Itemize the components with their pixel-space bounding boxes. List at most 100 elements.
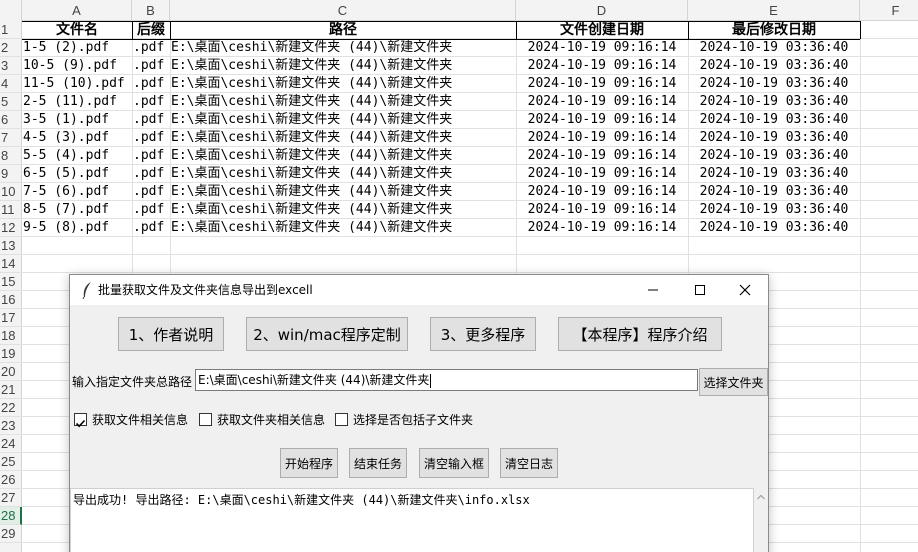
row-header[interactable]: 13: [0, 237, 22, 255]
close-button[interactable]: [722, 275, 768, 305]
row-header[interactable]: 28: [0, 507, 22, 525]
custom-program-button[interactable]: 2、win/mac程序定制: [246, 317, 408, 351]
cell-path[interactable]: E:\桌面\ceshi\新建文件夹 (44)\新建文件夹: [170, 129, 516, 147]
row-header[interactable]: 25: [0, 453, 22, 471]
row-header[interactable]: 3: [0, 57, 22, 75]
log-textarea[interactable]: 导出成功! 导出路径: E:\桌面\ceshi\新建文件夹 (44)\新建文件夹…: [70, 488, 754, 552]
cell-created-date[interactable]: 2024-10-19 09:16:14: [516, 129, 688, 147]
row-header[interactable]: 14: [0, 255, 22, 273]
column-header-d[interactable]: D: [516, 0, 688, 21]
cell-path[interactable]: E:\桌面\ceshi\新建文件夹 (44)\新建文件夹: [170, 219, 516, 237]
clear-log-button[interactable]: 清空日志: [500, 448, 558, 478]
row-header[interactable]: 4: [0, 75, 22, 93]
cell-path[interactable]: E:\桌面\ceshi\新建文件夹 (44)\新建文件夹: [170, 75, 516, 93]
choose-folder-button[interactable]: 选择文件夹: [699, 368, 768, 396]
cell-created-date[interactable]: 2024-10-19 09:16:14: [516, 57, 688, 75]
cell-extension[interactable]: .pdf: [132, 129, 170, 147]
cell-extension[interactable]: .pdf: [132, 111, 170, 129]
cell-filename[interactable]: 9-5 (8).pdf: [22, 219, 132, 237]
cell-extension[interactable]: .pdf: [132, 183, 170, 201]
cell-path[interactable]: E:\桌面\ceshi\新建文件夹 (44)\新建文件夹: [170, 93, 516, 111]
include-subfolders-checkbox[interactable]: [335, 413, 348, 426]
row-header[interactable]: 27: [0, 489, 22, 507]
row-header[interactable]: 12: [0, 219, 22, 237]
cell-modified-date[interactable]: 2024-10-19 03:36:40: [688, 147, 860, 165]
row-header[interactable]: 8: [0, 147, 22, 165]
row-header[interactable]: 24: [0, 435, 22, 453]
row-header[interactable]: 22: [0, 399, 22, 417]
header-cell-path[interactable]: 路径: [170, 21, 516, 39]
cell-created-date[interactable]: 2024-10-19 09:16:14: [516, 147, 688, 165]
column-header-e[interactable]: E: [688, 0, 860, 21]
cell-modified-date[interactable]: 2024-10-19 03:36:40: [688, 201, 860, 219]
cell-modified-date[interactable]: 2024-10-19 03:36:40: [688, 219, 860, 237]
cell-modified-date[interactable]: 2024-10-19 03:36:40: [688, 111, 860, 129]
cell-filename[interactable]: 10-5 (9).pdf: [22, 57, 132, 75]
cell-created-date[interactable]: 2024-10-19 09:16:14: [516, 201, 688, 219]
cell-extension[interactable]: .pdf: [132, 39, 170, 57]
cell-created-date[interactable]: 2024-10-19 09:16:14: [516, 219, 688, 237]
header-cell-created[interactable]: 文件创建日期: [516, 21, 688, 39]
scroll-up-icon[interactable]: [754, 490, 768, 504]
cell-path[interactable]: E:\桌面\ceshi\新建文件夹 (44)\新建文件夹: [170, 39, 516, 57]
log-scrollbar[interactable]: [754, 488, 768, 552]
column-header-a[interactable]: A: [22, 0, 132, 21]
cell-path[interactable]: E:\桌面\ceshi\新建文件夹 (44)\新建文件夹: [170, 183, 516, 201]
cell-filename[interactable]: 3-5 (1).pdf: [22, 111, 132, 129]
cell-created-date[interactable]: 2024-10-19 09:16:14: [516, 183, 688, 201]
maximize-button[interactable]: [677, 275, 723, 305]
get-folder-info-checkbox[interactable]: [199, 413, 212, 426]
row-header[interactable]: 11: [0, 201, 22, 219]
cell-modified-date[interactable]: 2024-10-19 03:36:40: [688, 75, 860, 93]
cell-path[interactable]: E:\桌面\ceshi\新建文件夹 (44)\新建文件夹: [170, 147, 516, 165]
get-file-info-checkbox[interactable]: [74, 413, 87, 428]
row-header[interactable]: 26: [0, 471, 22, 489]
header-cell-extension[interactable]: 后缀: [132, 21, 170, 39]
row-header[interactable]: 9: [0, 165, 22, 183]
clear-input-button[interactable]: 清空输入框: [419, 448, 489, 478]
more-programs-button[interactable]: 3、更多程序: [430, 317, 536, 351]
column-header-f[interactable]: F: [860, 0, 918, 21]
cell-filename[interactable]: 8-5 (7).pdf: [22, 201, 132, 219]
minimize-button[interactable]: [630, 275, 676, 305]
row-header[interactable]: 2: [0, 39, 22, 57]
cell-filename[interactable]: 11-5 (10).pdf: [22, 75, 132, 93]
row-header[interactable]: 20: [0, 363, 22, 381]
cell-extension[interactable]: .pdf: [132, 201, 170, 219]
column-header-b[interactable]: B: [132, 0, 170, 21]
row-header[interactable]: 7: [0, 129, 22, 147]
cell-filename[interactable]: 2-5 (11).pdf: [22, 93, 132, 111]
end-task-button[interactable]: 结束任务: [349, 448, 407, 478]
cell-modified-date[interactable]: 2024-10-19 03:36:40: [688, 129, 860, 147]
cell-modified-date[interactable]: 2024-10-19 03:36:40: [688, 165, 860, 183]
cell-created-date[interactable]: 2024-10-19 09:16:14: [516, 93, 688, 111]
cell-modified-date[interactable]: 2024-10-19 03:36:40: [688, 57, 860, 75]
row-header[interactable]: 10: [0, 183, 22, 201]
column-header-c[interactable]: C: [170, 0, 516, 21]
cell-path[interactable]: E:\桌面\ceshi\新建文件夹 (44)\新建文件夹: [170, 165, 516, 183]
row-header[interactable]: 6: [0, 111, 22, 129]
folder-path-input[interactable]: E:\桌面\ceshi\新建文件夹 (44)\新建文件夹: [195, 369, 698, 391]
row-header[interactable]: 21: [0, 381, 22, 399]
cell-created-date[interactable]: 2024-10-19 09:16:14: [516, 75, 688, 93]
row-header[interactable]: 23: [0, 417, 22, 435]
cell-modified-date[interactable]: 2024-10-19 03:36:40: [688, 39, 860, 57]
cell-filename[interactable]: 7-5 (6).pdf: [22, 183, 132, 201]
cell-modified-date[interactable]: 2024-10-19 03:36:40: [688, 93, 860, 111]
start-program-button[interactable]: 开始程序: [280, 448, 338, 478]
cell-created-date[interactable]: 2024-10-19 09:16:14: [516, 39, 688, 57]
dialog-titlebar[interactable]: 批量获取文件及文件夹信息导出到excell: [70, 275, 768, 305]
row-header[interactable]: 29: [0, 525, 22, 543]
row-header[interactable]: 5: [0, 93, 22, 111]
cell-path[interactable]: E:\桌面\ceshi\新建文件夹 (44)\新建文件夹: [170, 201, 516, 219]
header-cell-filename[interactable]: 文件名: [22, 21, 132, 39]
row-header[interactable]: 15: [0, 273, 22, 291]
cell-filename[interactable]: 6-5 (5).pdf: [22, 165, 132, 183]
cell-modified-date[interactable]: 2024-10-19 03:36:40: [688, 183, 860, 201]
author-info-button[interactable]: 1、作者说明: [118, 317, 224, 351]
cell-extension[interactable]: .pdf: [132, 75, 170, 93]
cell-filename[interactable]: 4-5 (3).pdf: [22, 129, 132, 147]
row-header[interactable]: 19: [0, 345, 22, 363]
cell-extension[interactable]: .pdf: [132, 57, 170, 75]
cell-created-date[interactable]: 2024-10-19 09:16:14: [516, 111, 688, 129]
